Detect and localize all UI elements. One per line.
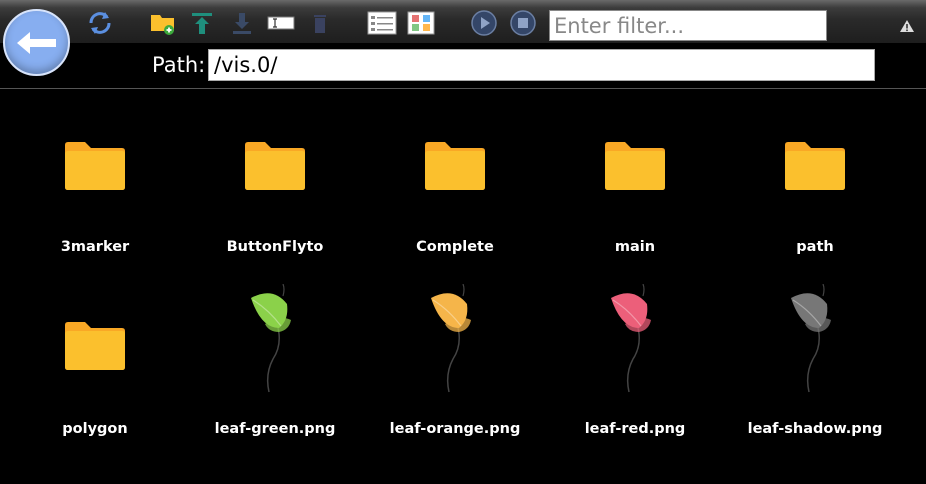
item-label: leaf-green.png: [214, 421, 336, 437]
folder-icon: [365, 139, 545, 193]
grid-view-icon[interactable]: [407, 9, 435, 37]
file-item[interactable]: leaf-orange.png: [365, 284, 545, 484]
image-thumbnail-icon: [365, 284, 545, 394]
item-label: Complete: [416, 239, 494, 255]
path-input[interactable]: [208, 49, 875, 81]
folder-item[interactable]: main: [545, 134, 725, 304]
filter-input[interactable]: [549, 10, 827, 41]
folder-icon: [545, 139, 725, 193]
item-label: path: [796, 239, 834, 255]
folder-item[interactable]: 3marker: [5, 134, 185, 304]
path-label: Path:: [152, 53, 206, 77]
item-label: main: [614, 239, 656, 255]
item-label: leaf-red.png: [584, 421, 686, 437]
item-label: polygon: [62, 421, 128, 437]
delete-icon[interactable]: [306, 9, 334, 37]
item-label: leaf-orange.png: [389, 421, 521, 437]
toolbar: [0, 0, 926, 43]
file-grid: 3marker ButtonFlyto Complete main path p…: [0, 88, 926, 482]
refresh-icon[interactable]: [86, 9, 114, 37]
download-icon[interactable]: [228, 9, 256, 37]
folder-icon: [5, 319, 185, 373]
folder-icon: [725, 139, 905, 193]
image-thumbnail-icon: [185, 284, 365, 394]
folder-item[interactable]: polygon: [5, 314, 185, 484]
image-thumbnail-icon: [545, 284, 725, 394]
file-item[interactable]: leaf-shadow.png: [725, 284, 905, 484]
folder-icon: [185, 139, 365, 193]
item-label: ButtonFlyto: [226, 239, 324, 255]
image-thumbnail-icon: [725, 284, 905, 394]
folder-item[interactable]: path: [725, 134, 905, 304]
new-folder-icon[interactable]: [149, 9, 177, 37]
file-item[interactable]: leaf-red.png: [545, 284, 725, 484]
back-arrow-icon: [16, 31, 56, 54]
item-label: 3marker: [60, 239, 130, 255]
list-view-icon[interactable]: [367, 9, 397, 37]
file-item[interactable]: leaf-green.png: [185, 284, 365, 484]
warning-icon[interactable]: [899, 18, 915, 37]
play-icon[interactable]: [470, 9, 498, 37]
folder-item[interactable]: Complete: [365, 134, 545, 304]
back-button[interactable]: [3, 9, 70, 76]
rename-icon[interactable]: [266, 9, 296, 37]
upload-icon[interactable]: [188, 9, 216, 37]
folder-item[interactable]: ButtonFlyto: [185, 134, 365, 304]
item-label: leaf-shadow.png: [747, 421, 883, 437]
folder-icon: [5, 139, 185, 193]
stop-icon[interactable]: [509, 9, 537, 37]
